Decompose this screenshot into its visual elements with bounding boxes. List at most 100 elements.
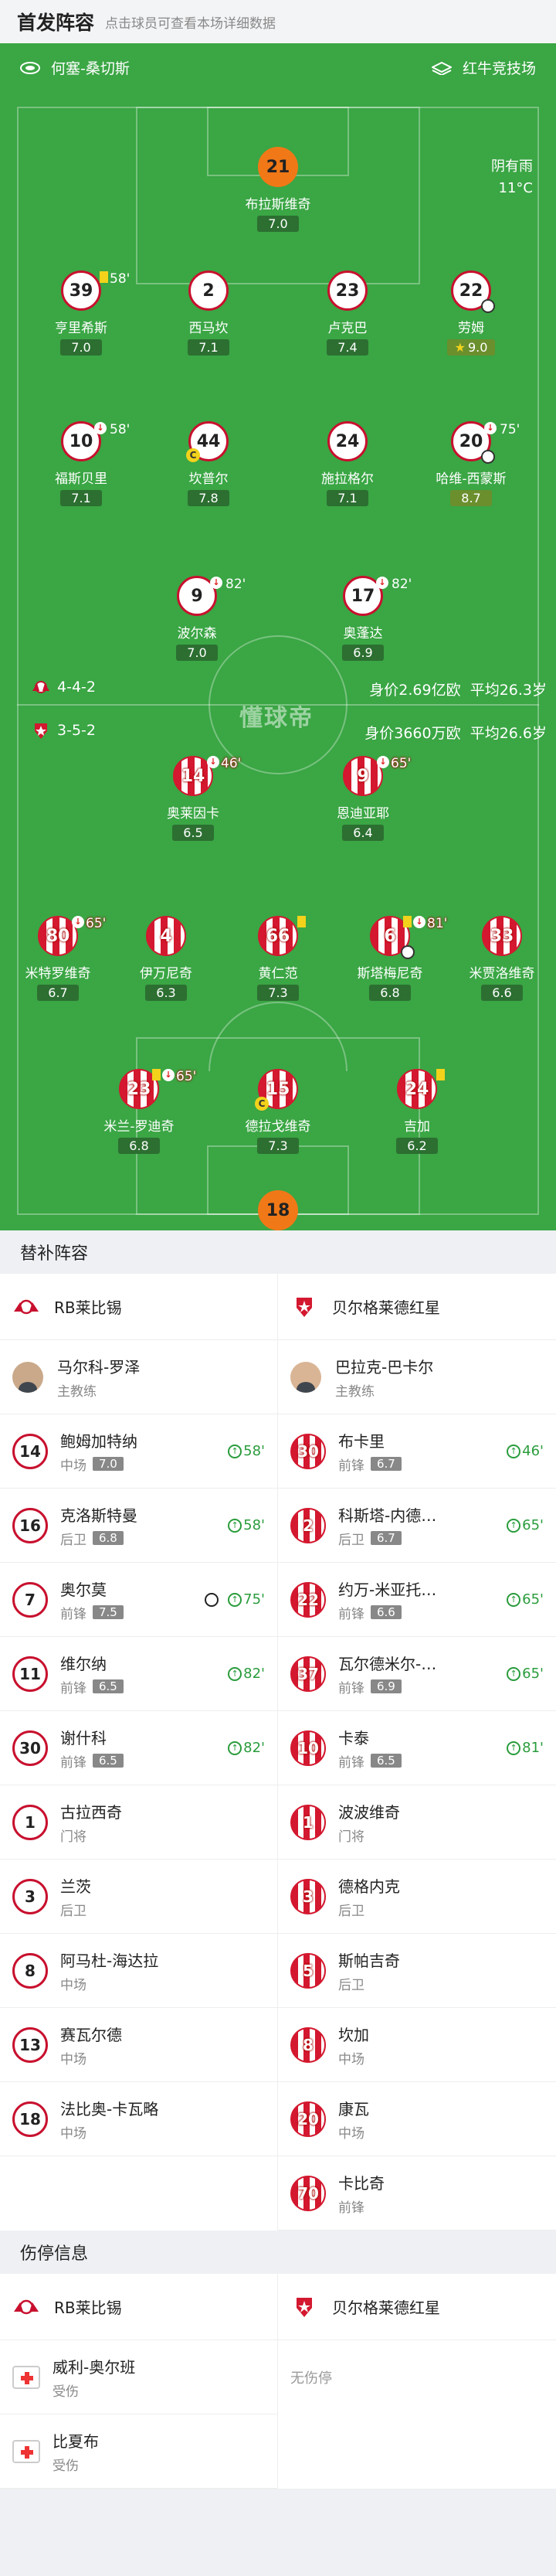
- sub-player-row[interactable]: 16 克洛斯特曼 后卫 6.8 ↑ 58': [0, 1489, 277, 1563]
- sub-number-circle: 37: [290, 1656, 326, 1692]
- player-rating: 7.0: [60, 339, 102, 356]
- sub-player-row[interactable]: 30 谢什科 前锋 6.5 ↑ 82': [0, 1711, 277, 1785]
- sub-off-icon: ↓: [484, 422, 497, 434]
- sub-off-time: 65': [391, 756, 412, 771]
- sub-player-row[interactable]: 8 阿马杜-海达拉 中场: [0, 1934, 277, 2008]
- sub-player-row[interactable]: 7 奥尔莫 前锋 7.5 ↑ 75': [0, 1563, 277, 1637]
- sub-off-time: 58': [110, 271, 131, 287]
- player-rb-22[interactable]: 22 劳姆 9.0: [417, 271, 525, 356]
- player-rb-9[interactable]: 9 ↓ 82' 波尔森 7.0: [143, 576, 251, 661]
- player-number-circle: 2: [188, 271, 229, 311]
- player-name: 施拉格尔: [321, 471, 374, 487]
- sub-off-time: 46': [221, 756, 242, 771]
- player-cz-15[interactable]: 15 C 德拉戈维奇 7.3: [224, 1069, 332, 1154]
- sub-player-row[interactable]: 2 科斯塔-内德… 后卫 6.7 ↑ 65': [278, 1489, 556, 1563]
- player-cz-9[interactable]: 9 ↓ 65' 恩迪亚耶 6.4: [309, 756, 417, 841]
- injuries-left-team-row[interactable]: RB莱比锡: [0, 2274, 277, 2340]
- injured-player-row[interactable]: 威利-奥尔班 受伤: [0, 2340, 277, 2414]
- subs-right-team-row[interactable]: 贝尔格莱德红星: [278, 1274, 556, 1340]
- injury-icon: [12, 2439, 40, 2463]
- sub-number: 20: [297, 2109, 319, 2129]
- sub-name: 坎加: [338, 2025, 369, 2044]
- player-rating: 6.8: [369, 985, 411, 1001]
- sub-rating: 6.5: [371, 1754, 402, 1768]
- player-cz-18[interactable]: 18格莱泽7.9: [224, 1190, 332, 1230]
- sub-number-circle: 10: [290, 1730, 326, 1766]
- subs-right-coach-row[interactable]: 巴拉克-巴卡尔 主教练: [278, 1340, 556, 1414]
- player-number-circle: 22: [451, 271, 495, 313]
- page-title: 首发阵容: [17, 12, 95, 34]
- player-rb-23[interactable]: 23 卢克巴 7.4: [293, 271, 402, 356]
- sub-position: 前锋: [338, 2200, 364, 2216]
- player-rb-44[interactable]: 44 C 坎普尔 7.8: [154, 421, 263, 506]
- sub-player-row[interactable]: 11 维尔纳 前锋 6.5 ↑ 82': [0, 1637, 277, 1711]
- player-number: 18: [266, 1200, 290, 1220]
- player-rb-2[interactable]: 2 西马坎 7.1: [154, 271, 263, 356]
- sub-name: 卡比奇: [338, 2173, 385, 2193]
- sub-position: 前锋: [338, 1680, 364, 1696]
- sub-player-row[interactable]: 13 赛瓦尔德 中场: [0, 2008, 277, 2082]
- player-number: 17: [351, 586, 375, 606]
- player-rating: 6.6: [481, 985, 523, 1001]
- sub-rating: 6.5: [93, 1754, 124, 1768]
- sub-player-row[interactable]: 1 波波维奇 门将: [278, 1785, 556, 1860]
- player-rb-17[interactable]: 17 ↓ 82' 奥蓬达 6.9: [309, 576, 417, 661]
- sub-player-row[interactable]: 18 法比奥-卡瓦略 中场: [0, 2082, 277, 2156]
- subs-section-title: 替补阵容: [0, 1230, 556, 1274]
- sub-name: 法比奥-卡瓦略: [60, 2099, 159, 2118]
- subs-left-coach-row[interactable]: 马尔科-罗泽 主教练: [0, 1340, 277, 1414]
- player-cz-24[interactable]: 24 吉加 6.2: [363, 1069, 471, 1154]
- player-name: 斯塔梅尼奇: [357, 966, 423, 982]
- injuries-right-team-row[interactable]: 贝尔格莱德红星: [278, 2274, 556, 2340]
- player-cz-23[interactable]: 23 ↓ 65' 米兰-罗迪奇 6.8: [85, 1069, 196, 1154]
- subs-left-team-row[interactable]: RB莱比锡: [0, 1274, 277, 1340]
- sub-number: 18: [19, 2109, 41, 2129]
- sub-name: 卡泰: [338, 1728, 369, 1747]
- injured-player-row[interactable]: 比夏布 受伤: [0, 2414, 277, 2489]
- player-cz-66[interactable]: 66 黄仁范 7.3: [224, 916, 332, 1001]
- sub-player-row[interactable]: 37 瓦尔德米尔-… 前锋 6.9 ↑ 65': [278, 1637, 556, 1711]
- player-rb-20[interactable]: 20 ↓ 75' 哈维-西蒙斯 8.7: [417, 421, 525, 506]
- player-cz-80[interactable]: 80 ↓ 65' 米特罗维奇 6.7: [4, 916, 112, 1001]
- player-rb-21[interactable]: 21 布拉斯维奇 7.0: [224, 147, 332, 232]
- goal-ball-icon: [401, 945, 415, 959]
- player-rb-39[interactable]: 39 58' 亨里希斯 7.0: [27, 271, 135, 356]
- player-cz-4[interactable]: 4 伊万尼奇 6.3: [112, 916, 220, 1001]
- value-bottom-text: 身价3660万欧: [364, 725, 461, 742]
- sub-off-icon: ↓: [72, 916, 84, 928]
- player-rb-24[interactable]: 24 施拉格尔 7.1: [293, 421, 402, 506]
- player-number: 33: [490, 926, 514, 946]
- sub-rating: 6.7: [371, 1457, 402, 1471]
- player-name: 吉加: [404, 1119, 430, 1135]
- sub-off-icon: ↓: [377, 756, 389, 768]
- home-team-label: 何塞-桑切斯: [51, 60, 130, 77]
- player-cz-6[interactable]: 6 ↓ 81' 斯塔梅尼奇 6.8: [336, 916, 448, 1001]
- player-name: 卢克巴: [327, 321, 368, 336]
- player-cz-14[interactable]: 14 ↓ 46' 奥莱因卡 6.5: [139, 756, 247, 841]
- sub-off-time: 81': [427, 916, 448, 931]
- sub-player-row[interactable]: 14 鲍姆加特纳 中场 7.0 ↑ 58': [0, 1414, 277, 1489]
- sub-player-row[interactable]: 10 卡泰 前锋 6.5 ↑ 81': [278, 1711, 556, 1785]
- subs-left-team-name: RB莱比锡: [54, 1298, 122, 1317]
- home-team-name: 何塞-桑切斯: [20, 57, 130, 78]
- sub-number-circle: 5: [290, 1952, 326, 1989]
- sub-off-time: 82': [225, 577, 246, 592]
- sub-player-row[interactable]: 30 布卡里 前锋 6.7 ↑ 46': [278, 1414, 556, 1489]
- sub-position: 前锋: [60, 1606, 86, 1622]
- sub-player-row[interactable]: 20 康瓦 中场: [278, 2082, 556, 2156]
- sub-player-row[interactable]: 22 约万-米亚托… 前锋 6.6 ↑ 65': [278, 1563, 556, 1637]
- sub-player-row[interactable]: 3 德格内克 后卫: [278, 1860, 556, 1934]
- player-rb-10[interactable]: 10 ↓ 58' 福斯贝里 7.1: [27, 421, 135, 506]
- yellow-card-icon: [152, 1069, 161, 1080]
- player-number: 66: [266, 926, 290, 946]
- sub-player-row[interactable]: 70 卡比奇 前锋: [278, 2156, 556, 2231]
- sub-player-row[interactable]: 5 斯帕吉奇 后卫: [278, 1934, 556, 2008]
- sub-player-row[interactable]: 3 兰茨 后卫: [0, 1860, 277, 1934]
- sub-player-row[interactable]: 1 古拉西奇 门将: [0, 1785, 277, 1860]
- captain-icon: C: [255, 1097, 269, 1111]
- player-number-circle: 18: [258, 1190, 298, 1230]
- sub-player-row[interactable]: 8 坎加 中场: [278, 2008, 556, 2082]
- player-cz-33[interactable]: 33 米贾洛维奇 6.6: [448, 916, 556, 1001]
- sub-on-indicator: ↑ 75': [228, 1591, 265, 1608]
- player-number: 22: [459, 281, 483, 301]
